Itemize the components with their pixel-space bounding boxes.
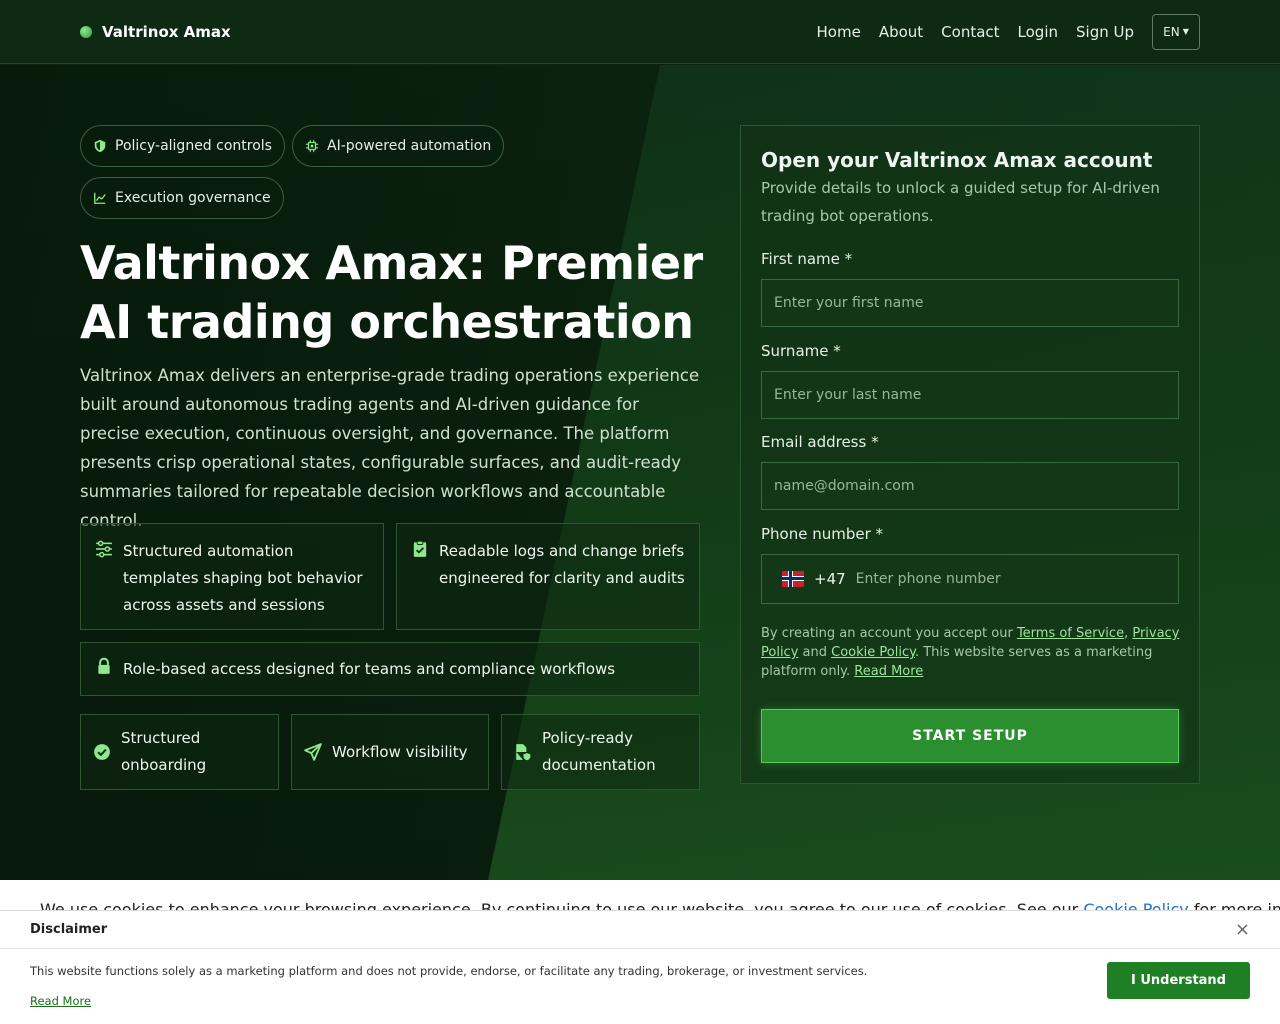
- email-field[interactable]: [761, 462, 1179, 510]
- feature-role-based-access: Role-based access designed for teams and…: [80, 642, 700, 696]
- read-more-link[interactable]: Read More: [854, 664, 923, 679]
- brand[interactable]: Valtrinox Amax: [80, 23, 231, 41]
- feature-text: Readable logs and change briefs engineer…: [439, 542, 685, 587]
- sliders-icon: [96, 540, 112, 558]
- legal-prefix: By creating an account you accept our: [761, 626, 1017, 641]
- file-shield-icon: [516, 744, 532, 761]
- chart-line-icon: [94, 192, 106, 204]
- phone-field[interactable]: [855, 571, 1158, 587]
- language-selector[interactable]: EN ▼: [1152, 13, 1200, 50]
- shield-icon: [94, 139, 106, 153]
- pill-label: Execution governance: [115, 190, 271, 206]
- start-setup-button[interactable]: START SETUP: [761, 709, 1179, 763]
- signup-form-panel: Open your Valtrinox Amax account Provide…: [740, 125, 1200, 784]
- legal-and: and: [798, 645, 832, 660]
- feature-text: Role-based access designed for teams and…: [123, 659, 616, 678]
- mini-feature-text: Workflow visibility: [332, 742, 468, 761]
- legal-consent-text: By creating an account you accept our Te…: [761, 624, 1181, 681]
- understand-button[interactable]: I Understand: [1107, 962, 1250, 999]
- nav-contact[interactable]: Contact: [941, 23, 999, 41]
- phone-label: Phone number *: [761, 525, 884, 543]
- brand-name: Valtrinox Amax: [102, 22, 231, 41]
- form-subtitle: Provide details to unlock a guided setup…: [761, 179, 1160, 225]
- feature-text: Structured automation templates shaping …: [123, 542, 363, 614]
- cookie-message: We use cookies to enhance your browsing …: [40, 900, 1084, 910]
- first-name-label: First name *: [761, 250, 853, 268]
- hero-description: Valtrinox Amax delivers an enterprise-gr…: [80, 366, 700, 530]
- caret-down-icon: ▼: [1182, 27, 1189, 36]
- nav-home[interactable]: Home: [817, 23, 861, 41]
- check-circle-icon: [94, 744, 110, 760]
- mini-feature-text: Policy-ready documentation: [542, 729, 656, 774]
- mini-structured-onboarding: Structured onboarding: [80, 714, 279, 790]
- pill-policy-controls: Policy-aligned controls: [80, 125, 285, 167]
- cookie-policy-link[interactable]: Cookie Policy: [1083, 900, 1188, 910]
- hero-title: Valtrinox Amax: Premier AI trading orche…: [80, 236, 703, 349]
- language-code: EN: [1163, 24, 1180, 39]
- disclaimer-header: Disclaimer ×: [0, 911, 1280, 949]
- terms-link[interactable]: Terms of Service: [1017, 626, 1124, 641]
- mini-policy-documentation: Policy-ready documentation: [501, 714, 700, 790]
- pill-label: AI-powered automation: [327, 138, 492, 154]
- feature-automation-templates: Structured automation templates shaping …: [80, 523, 384, 630]
- pill-label: Policy-aligned controls: [115, 138, 272, 154]
- nav-about[interactable]: About: [879, 23, 923, 41]
- phone-country-code[interactable]: +47: [814, 570, 846, 588]
- feature-readable-logs: Readable logs and change briefs engineer…: [396, 523, 700, 630]
- brand-logo-icon: [80, 25, 92, 38]
- lock-icon: [98, 657, 110, 674]
- first-name-field[interactable]: [761, 279, 1179, 327]
- send-icon: [304, 743, 322, 761]
- cookie-banner: We use cookies to enhance your browsing …: [0, 880, 1280, 910]
- surname-label: Surname *: [761, 342, 841, 360]
- surname-field[interactable]: [761, 371, 1179, 419]
- disclaimer-read-more-link[interactable]: Read More: [30, 994, 91, 1008]
- mini-feature-text: Structured onboarding: [121, 729, 207, 774]
- phone-field-wrapper: +47: [761, 554, 1179, 604]
- main-nav: Home About Contact Login Sign Up EN ▼: [817, 13, 1200, 50]
- chip-icon: [305, 139, 319, 153]
- form-title: Open your Valtrinox Amax account: [761, 148, 1153, 172]
- disclaimer-title: Disclaimer: [30, 922, 108, 937]
- cookie-policy-link[interactable]: Cookie Policy: [831, 645, 915, 660]
- norway-flag-icon[interactable]: [782, 571, 804, 587]
- clipboard-check-icon: [413, 540, 427, 557]
- site-header: Valtrinox Amax Home About Contact Login …: [0, 0, 1280, 64]
- cookie-text: We use cookies to enhance your browsing …: [40, 900, 1280, 910]
- cookie-suffix: for more informa: [1193, 900, 1280, 910]
- disclaimer-panel: Disclaimer × This website functions sole…: [0, 910, 1280, 1024]
- pill-ai-automation: AI-powered automation: [292, 125, 505, 167]
- mini-workflow-visibility: Workflow visibility: [291, 714, 489, 790]
- nav-login[interactable]: Login: [1018, 23, 1058, 41]
- disclaimer-text: This website functions solely as a marke…: [30, 964, 868, 978]
- email-label: Email address *: [761, 433, 879, 451]
- pill-execution-governance: Execution governance: [80, 177, 284, 219]
- nav-signup[interactable]: Sign Up: [1076, 23, 1134, 41]
- close-icon[interactable]: ×: [1235, 919, 1250, 940]
